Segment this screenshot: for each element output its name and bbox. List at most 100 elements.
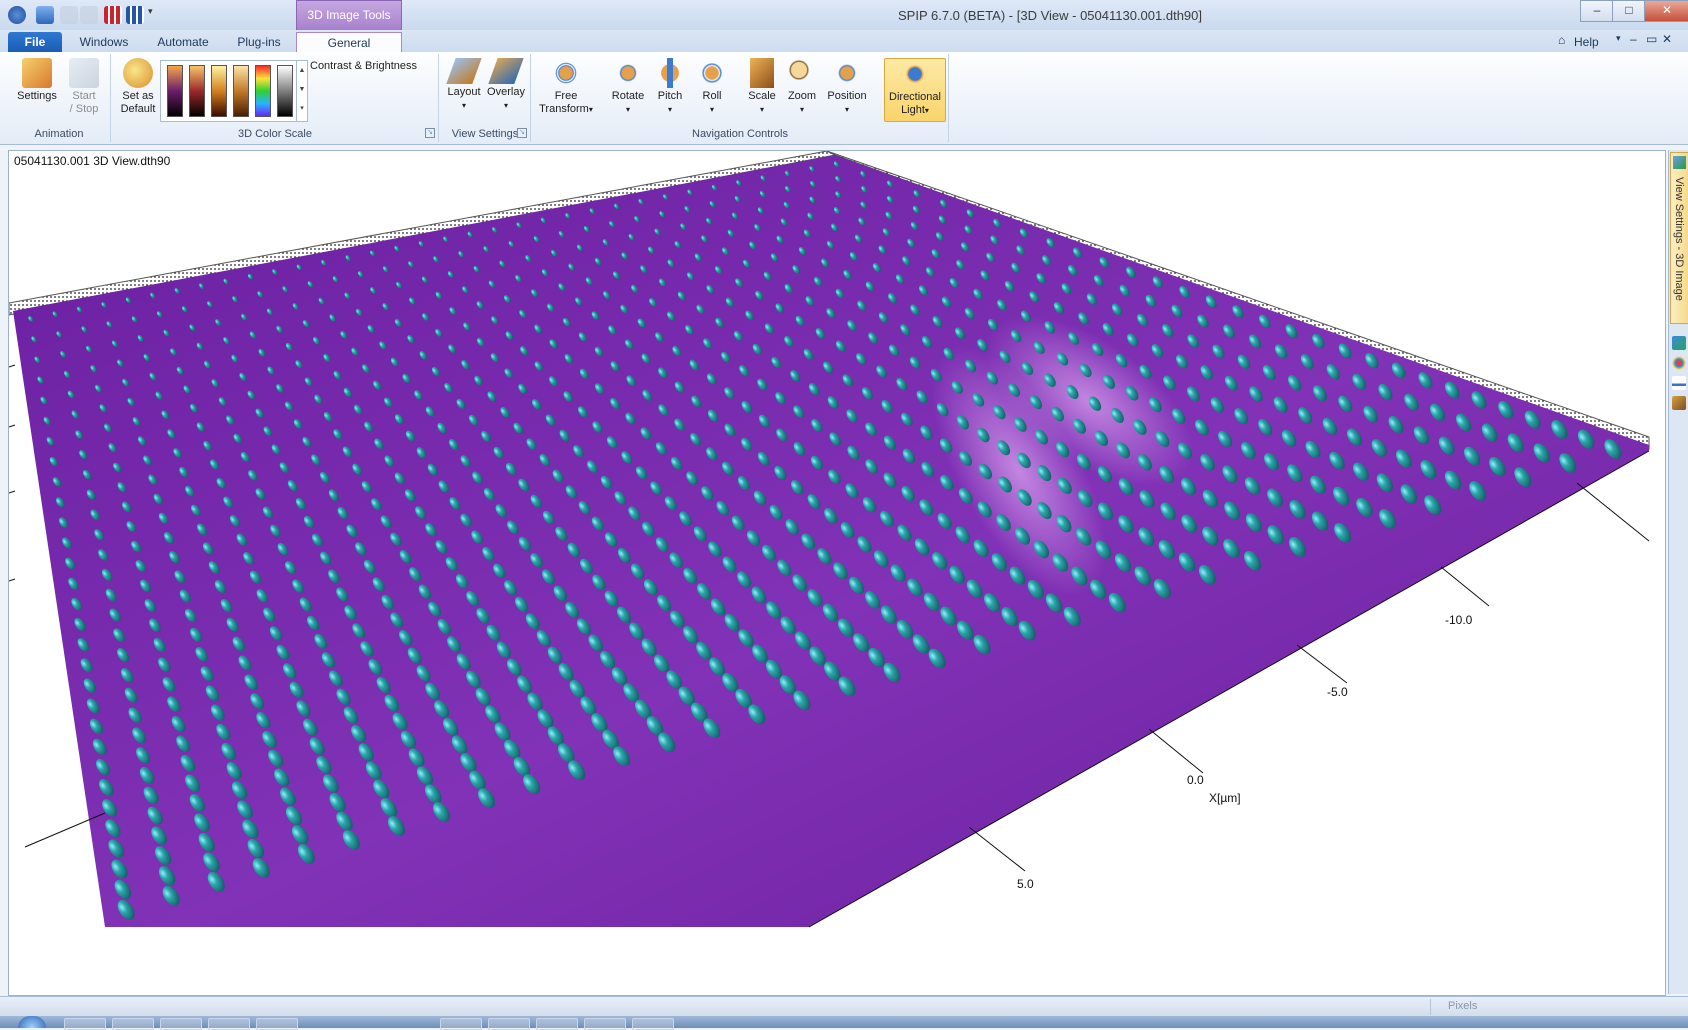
view-settings-launcher-icon[interactable]: ↘ [517, 128, 527, 138]
overlay-button[interactable]: Overlay ▾ [486, 58, 526, 112]
window-title: SPIP 6.7.0 (BETA) - [3D View - 05041130.… [898, 8, 1202, 23]
color-dots-icon[interactable] [1672, 356, 1686, 370]
taskbar-item[interactable] [112, 1018, 154, 1030]
color-scale-launcher-icon[interactable]: ↘ [425, 128, 435, 138]
free-transform-label: Transform▾ [539, 103, 593, 115]
x-tick-label: 0.0 [1187, 773, 1204, 787]
pitch-dropdown-icon: ▾ [667, 105, 672, 114]
open-file-icon[interactable] [36, 6, 54, 24]
taskbar-item[interactable] [64, 1018, 106, 1030]
layout-icon [446, 58, 482, 84]
image-tool-icon[interactable] [1672, 336, 1686, 350]
mdi-minimize-icon[interactable]: – [1630, 32, 1637, 46]
taskbar-item[interactable] [488, 1018, 530, 1030]
app-icon[interactable] [8, 6, 26, 24]
taskbar-item[interactable] [160, 1018, 202, 1030]
status-bar: Pixels [0, 996, 1688, 1017]
status-separator [1430, 999, 1431, 1015]
start-stop-button[interactable]: Start / Stop [62, 58, 106, 116]
tab-automate[interactable]: Automate [150, 32, 216, 52]
directional-light-label: Light▾ [901, 104, 929, 116]
taskbar-item[interactable] [632, 1018, 674, 1030]
navigation-group-label: Navigation Controls [692, 128, 788, 140]
color-swatch-2[interactable] [189, 65, 205, 117]
color-swatch-1[interactable] [167, 65, 183, 117]
overlay-icon [488, 58, 524, 84]
ribbon-tab-row: File Windows Automate Plug-ins General ⌂… [0, 30, 1688, 54]
taskbar-item[interactable] [440, 1018, 482, 1030]
side-tab-icon [1673, 156, 1686, 169]
view-title: 05041130.001 3D View.dth90 [14, 154, 171, 168]
rotate-button[interactable]: Rotate ▾ [608, 58, 648, 116]
x-tick-label: 5.0 [1017, 877, 1034, 891]
taskbar-item[interactable] [256, 1018, 298, 1030]
grid-blue-icon[interactable] [126, 6, 144, 24]
tab-file[interactable]: File [8, 32, 62, 52]
rotate-dropdown-icon: ▾ [625, 105, 630, 114]
minimize-button[interactable]: – [1580, 0, 1614, 22]
scale-dropdown-icon: ▾ [759, 105, 764, 114]
close-button[interactable]: ✕ [1644, 0, 1688, 22]
roll-button[interactable]: Roll ▾ [692, 58, 732, 116]
roll-icon [697, 58, 727, 88]
help-icon[interactable]: ⌂ [1558, 33, 1565, 47]
layout-button[interactable]: Layout ▾ [444, 58, 484, 112]
position-button[interactable]: Position ▾ [824, 58, 870, 116]
animation-group: Settings Start / Stop Animation [8, 54, 111, 142]
help-area: ⌂ Help ▾ – ▭ ✕ [1558, 32, 1678, 51]
roll-dropdown-icon: ▾ [709, 105, 714, 114]
settings-button[interactable]: Settings [14, 58, 60, 103]
play-icon [69, 58, 99, 88]
taskbar-item[interactable] [536, 1018, 578, 1030]
surface-plane [13, 155, 1649, 927]
zoom-button[interactable]: Zoom ▾ [784, 58, 820, 116]
grid-red-icon[interactable] [104, 6, 122, 24]
gallery-scroll-icon[interactable]: ▲ ▼ ▾ [296, 61, 307, 121]
zoom-icon [787, 58, 817, 88]
mdi-restore-icon[interactable]: ▭ [1646, 32, 1657, 46]
color-swatch-rainbow[interactable] [255, 65, 271, 117]
view-settings-group: Layout ▾ Overlay ▾ View Settings ↘ [440, 54, 531, 142]
position-icon [832, 58, 862, 88]
3d-view-canvas[interactable]: 05041130.001 3D View.dth90 -10.0 -5.0 0.… [8, 150, 1666, 996]
status-pixels: Pixels [1448, 1000, 1478, 1012]
tab-windows[interactable]: Windows [74, 32, 134, 52]
view-settings-side-tab[interactable]: View Settings - 3D Image [1670, 152, 1688, 324]
3d-surface-plot[interactable] [9, 151, 1665, 995]
x-tick-label: -10.0 [1445, 613, 1473, 627]
tab-general[interactable]: General [296, 32, 402, 54]
tools-icon[interactable] [1672, 396, 1686, 410]
undo-icon[interactable] [60, 6, 78, 24]
contrast-brightness-button[interactable]: Contrast & Brightness [310, 60, 417, 72]
navigation-group: Free Transform▾ Rotate ▾ Pitch ▾ Roll ▾ … [532, 54, 949, 142]
maximize-button[interactable]: □ [1612, 0, 1646, 22]
mdi-close-icon[interactable]: ✕ [1662, 32, 1672, 46]
color-scale-group: Set as Default ▲ ▼ ▾ Contrast & Brightness… [112, 54, 439, 142]
side-panel: View Settings - 3D Image [1668, 150, 1688, 994]
directional-light-button[interactable]: Directional Light▾ [884, 58, 946, 122]
color-swatch-4[interactable] [233, 65, 249, 117]
customize-qat-icon[interactable]: ▾ [148, 6, 156, 24]
x-tick-label: -5.0 [1327, 685, 1348, 699]
color-swatch-3[interactable] [211, 65, 227, 117]
taskbar-item[interactable] [208, 1018, 250, 1030]
color-scale-group-label: 3D Color Scale [238, 128, 312, 140]
redo-icon[interactable] [80, 6, 98, 24]
scale-button[interactable]: Scale ▾ [744, 58, 780, 116]
pitch-icon [655, 58, 685, 88]
zoom-dropdown-icon: ▾ [799, 105, 804, 114]
color-swatch-gray[interactable] [277, 65, 293, 117]
start-button[interactable] [18, 1016, 46, 1028]
color-scale-gallery: ▲ ▼ ▾ [160, 60, 308, 122]
settings-icon [22, 58, 52, 88]
tab-plugins[interactable]: Plug-ins [230, 32, 288, 52]
ribbon-options-icon[interactable]: ▾ [1616, 33, 1621, 44]
rotate-icon [613, 58, 643, 88]
pitch-button[interactable]: Pitch ▾ [652, 58, 688, 116]
profile-icon[interactable] [1672, 376, 1686, 390]
help-button[interactable]: Help [1574, 35, 1599, 49]
free-transform-button[interactable]: Free Transform▾ [536, 58, 596, 116]
taskbar-item[interactable] [584, 1018, 626, 1030]
set-as-default-button[interactable]: Set as Default [116, 58, 160, 116]
directional-light-icon [900, 59, 930, 89]
